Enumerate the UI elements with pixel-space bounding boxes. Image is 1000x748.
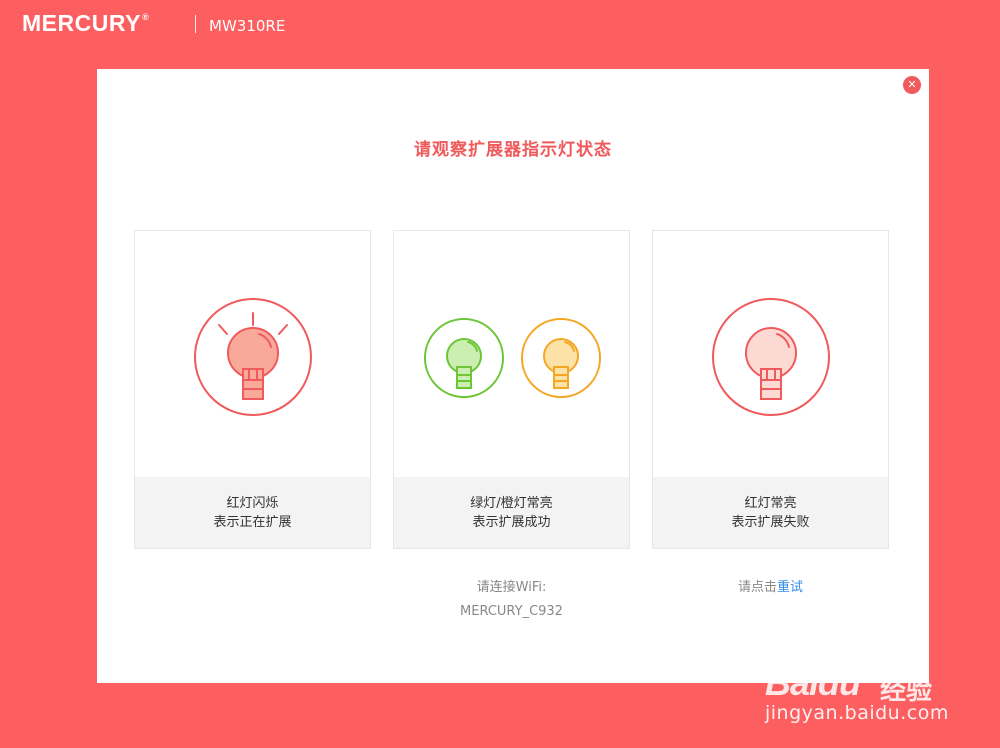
model-name: MW310RE: [209, 17, 286, 35]
status-card-failed: 红灯常亮 表示扩展失败: [652, 230, 889, 549]
bulb-blinking-icon: [194, 298, 312, 416]
wifi-ssid: MERCURY_C932: [460, 604, 563, 619]
header-divider: [195, 15, 196, 33]
close-icon[interactable]: ✕: [903, 76, 921, 94]
dialog-title: 请观察扩展器指示灯状态: [414, 140, 612, 160]
watermark-brand: Baidu: [765, 662, 861, 703]
card-art: [653, 231, 888, 477]
card-caption: 红灯闪烁 表示正在扩展: [135, 477, 370, 548]
status-card-success: 绿灯/橙灯常亮 表示扩展成功: [393, 230, 630, 549]
bulb-pair: [424, 318, 601, 398]
wifi-note: 请连接WiFi: MERCURY_C932: [393, 576, 630, 624]
bulb-orange-icon: [521, 318, 601, 398]
retry-link[interactable]: 重试: [777, 580, 803, 595]
card-caption: 红灯常亮 表示扩展失败: [653, 477, 888, 548]
status-card-blinking: 红灯闪烁 表示正在扩展: [134, 230, 371, 549]
watermark-url: jingyan.baidu.com: [765, 702, 949, 724]
retry-note: 请点击重试: [652, 576, 889, 600]
brand-logo: MERCURY®: [22, 10, 150, 36]
card-art: [394, 231, 629, 477]
app-header: MERCURY® MW310RE: [0, 0, 1000, 50]
bulb-red-icon: [712, 298, 830, 416]
indicator-dialog: ✕ 请观察扩展器指示灯状态 红灯闪烁 表示正在扩展 绿灯/橙灯常亮 表示扩展成功…: [97, 69, 929, 683]
card-art: [135, 231, 370, 477]
retry-prefix: 请点击: [737, 580, 777, 595]
card-caption: 绿灯/橙灯常亮 表示扩展成功: [394, 477, 629, 548]
baidu-watermark: Baidu 经验 jingyan.baidu.com: [760, 640, 970, 742]
bulb-green-icon: [424, 318, 504, 398]
wifi-label: 请连接WiFi:: [476, 580, 547, 595]
